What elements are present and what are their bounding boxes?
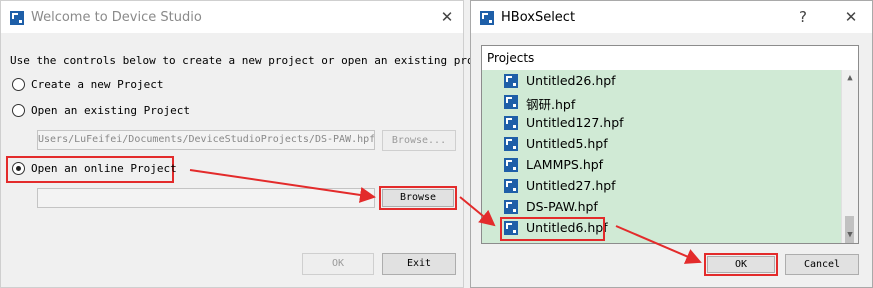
scroll-up-icon[interactable]: ▲ [842, 70, 858, 86]
hbox-ok-button[interactable]: OK [707, 256, 775, 273]
radio-create-new[interactable] [12, 78, 25, 91]
hbox-title: HBoxSelect [501, 10, 576, 25]
ok-button[interactable]: OK [302, 253, 374, 275]
instruction-text: Use the controls below to create a new p… [10, 54, 501, 67]
list-item-label: LAMMPS.hpf [526, 157, 604, 172]
list-item-label: DS-PAW.hpf [526, 199, 598, 214]
hpf-file-icon [504, 158, 518, 172]
hpf-file-icon [504, 179, 518, 193]
radio-open-online-label[interactable]: Open an online Project [31, 162, 177, 175]
radio-create-new-label[interactable]: Create a new Project [31, 78, 163, 91]
list-item-label: 钢研.hpf [526, 97, 576, 112]
hpf-file-icon [504, 116, 518, 130]
hpf-file-icon [504, 137, 518, 151]
existing-project-path-field[interactable]: Users/LuFeifei/Documents/DeviceStudioPro… [37, 130, 375, 150]
projects-list[interactable]: Projects Untitled26.hpf 钢研.hpf Untitled1… [481, 45, 859, 244]
list-item-label: Untitled26.hpf [526, 73, 616, 88]
device-studio-icon [480, 11, 494, 25]
radio-open-online[interactable] [12, 162, 25, 175]
scroll-down-icon[interactable]: ▼ [842, 227, 858, 243]
online-project-path-field[interactable] [37, 188, 375, 208]
welcome-dialog: Welcome to Device Studio ✕ Use the contr… [0, 0, 500, 288]
hpf-file-icon [504, 200, 518, 214]
highlight-selected-project [500, 217, 605, 241]
welcome-title: Welcome to Device Studio [31, 10, 202, 25]
projects-list-header: Projects [482, 46, 858, 70]
radio-open-existing-label[interactable]: Open an existing Project [31, 104, 190, 117]
hboxselect-dialog: HBoxSelect ? ✕ Projects Untitled26.hpf 钢… [470, 0, 873, 288]
exit-button[interactable]: Exit [382, 253, 456, 275]
close-icon[interactable]: ✕ [433, 5, 461, 29]
online-browse-button[interactable]: Browse [382, 189, 454, 207]
list-item-label: Untitled5.hpf [526, 136, 608, 151]
list-item-label: Untitled27.hpf [526, 178, 616, 193]
help-icon[interactable]: ? [789, 5, 817, 29]
hbox-cancel-button[interactable]: Cancel [785, 254, 859, 275]
existing-browse-button[interactable]: Browse... [382, 130, 456, 151]
list-item-label: Untitled127.hpf [526, 115, 624, 130]
hpf-file-icon [504, 95, 518, 109]
hpf-file-icon [504, 74, 518, 88]
device-studio-icon [10, 11, 24, 25]
hbox-titlebar[interactable]: HBoxSelect ? ✕ [471, 1, 872, 33]
projects-scrollbar[interactable]: ▲ ▼ [841, 70, 858, 243]
welcome-titlebar[interactable]: Welcome to Device Studio ✕ [1, 1, 463, 33]
radio-open-existing[interactable] [12, 104, 25, 117]
close-icon[interactable]: ✕ [837, 5, 865, 29]
